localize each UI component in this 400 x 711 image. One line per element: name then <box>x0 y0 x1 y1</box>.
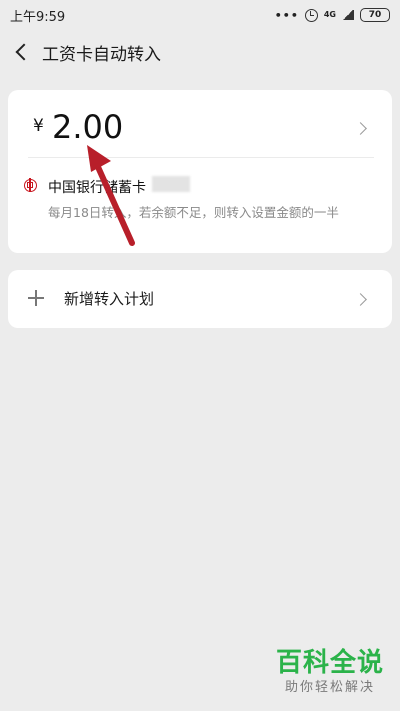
signal-icon <box>342 10 354 20</box>
amount-value: 2.00 <box>52 108 124 146</box>
currency-symbol: ¥ <box>33 116 44 136</box>
app-header: 工资卡自动转入 <box>0 30 400 74</box>
bank-name: 中国银行储蓄卡 <box>48 180 146 196</box>
page-title: 工资卡自动转入 <box>42 44 161 65</box>
transfer-description: 每月18日转入，若余额不足，则转入设置金额的一半 <box>48 205 339 220</box>
alarm-icon <box>304 8 318 22</box>
masked-card-number <box>152 176 190 192</box>
watermark: 百科全说 助你轻松解决 <box>268 650 392 702</box>
amount-row[interactable]: ¥ 2.00 <box>8 90 392 162</box>
chevron-right-icon[interactable] <box>354 122 367 135</box>
network-badge: 4G <box>323 10 336 19</box>
card-divider <box>28 157 374 158</box>
transfer-card[interactable]: ¥ 2.00 <box>8 90 392 253</box>
back-icon[interactable] <box>15 43 33 61</box>
battery-icon: 70 <box>360 8 390 22</box>
add-plan-card[interactable]: 新增转入计划 <box>8 270 392 328</box>
bank-logo-icon <box>24 178 37 192</box>
chevron-right-icon[interactable] <box>354 293 367 306</box>
watermark-title: 百科全说 <box>275 648 384 678</box>
status-bar: 上午9:59 ••• 4G 70 <box>0 0 400 30</box>
back-button[interactable] <box>2 30 42 74</box>
status-icons: ••• 4G 70 <box>275 8 390 22</box>
plus-icon <box>28 290 44 306</box>
status-time: 上午9:59 <box>10 9 66 25</box>
notification-dots: ••• <box>274 8 299 22</box>
watermark-subtitle: 助你轻松解决 <box>284 680 375 695</box>
add-plan-label: 新增转入计划 <box>64 290 155 308</box>
